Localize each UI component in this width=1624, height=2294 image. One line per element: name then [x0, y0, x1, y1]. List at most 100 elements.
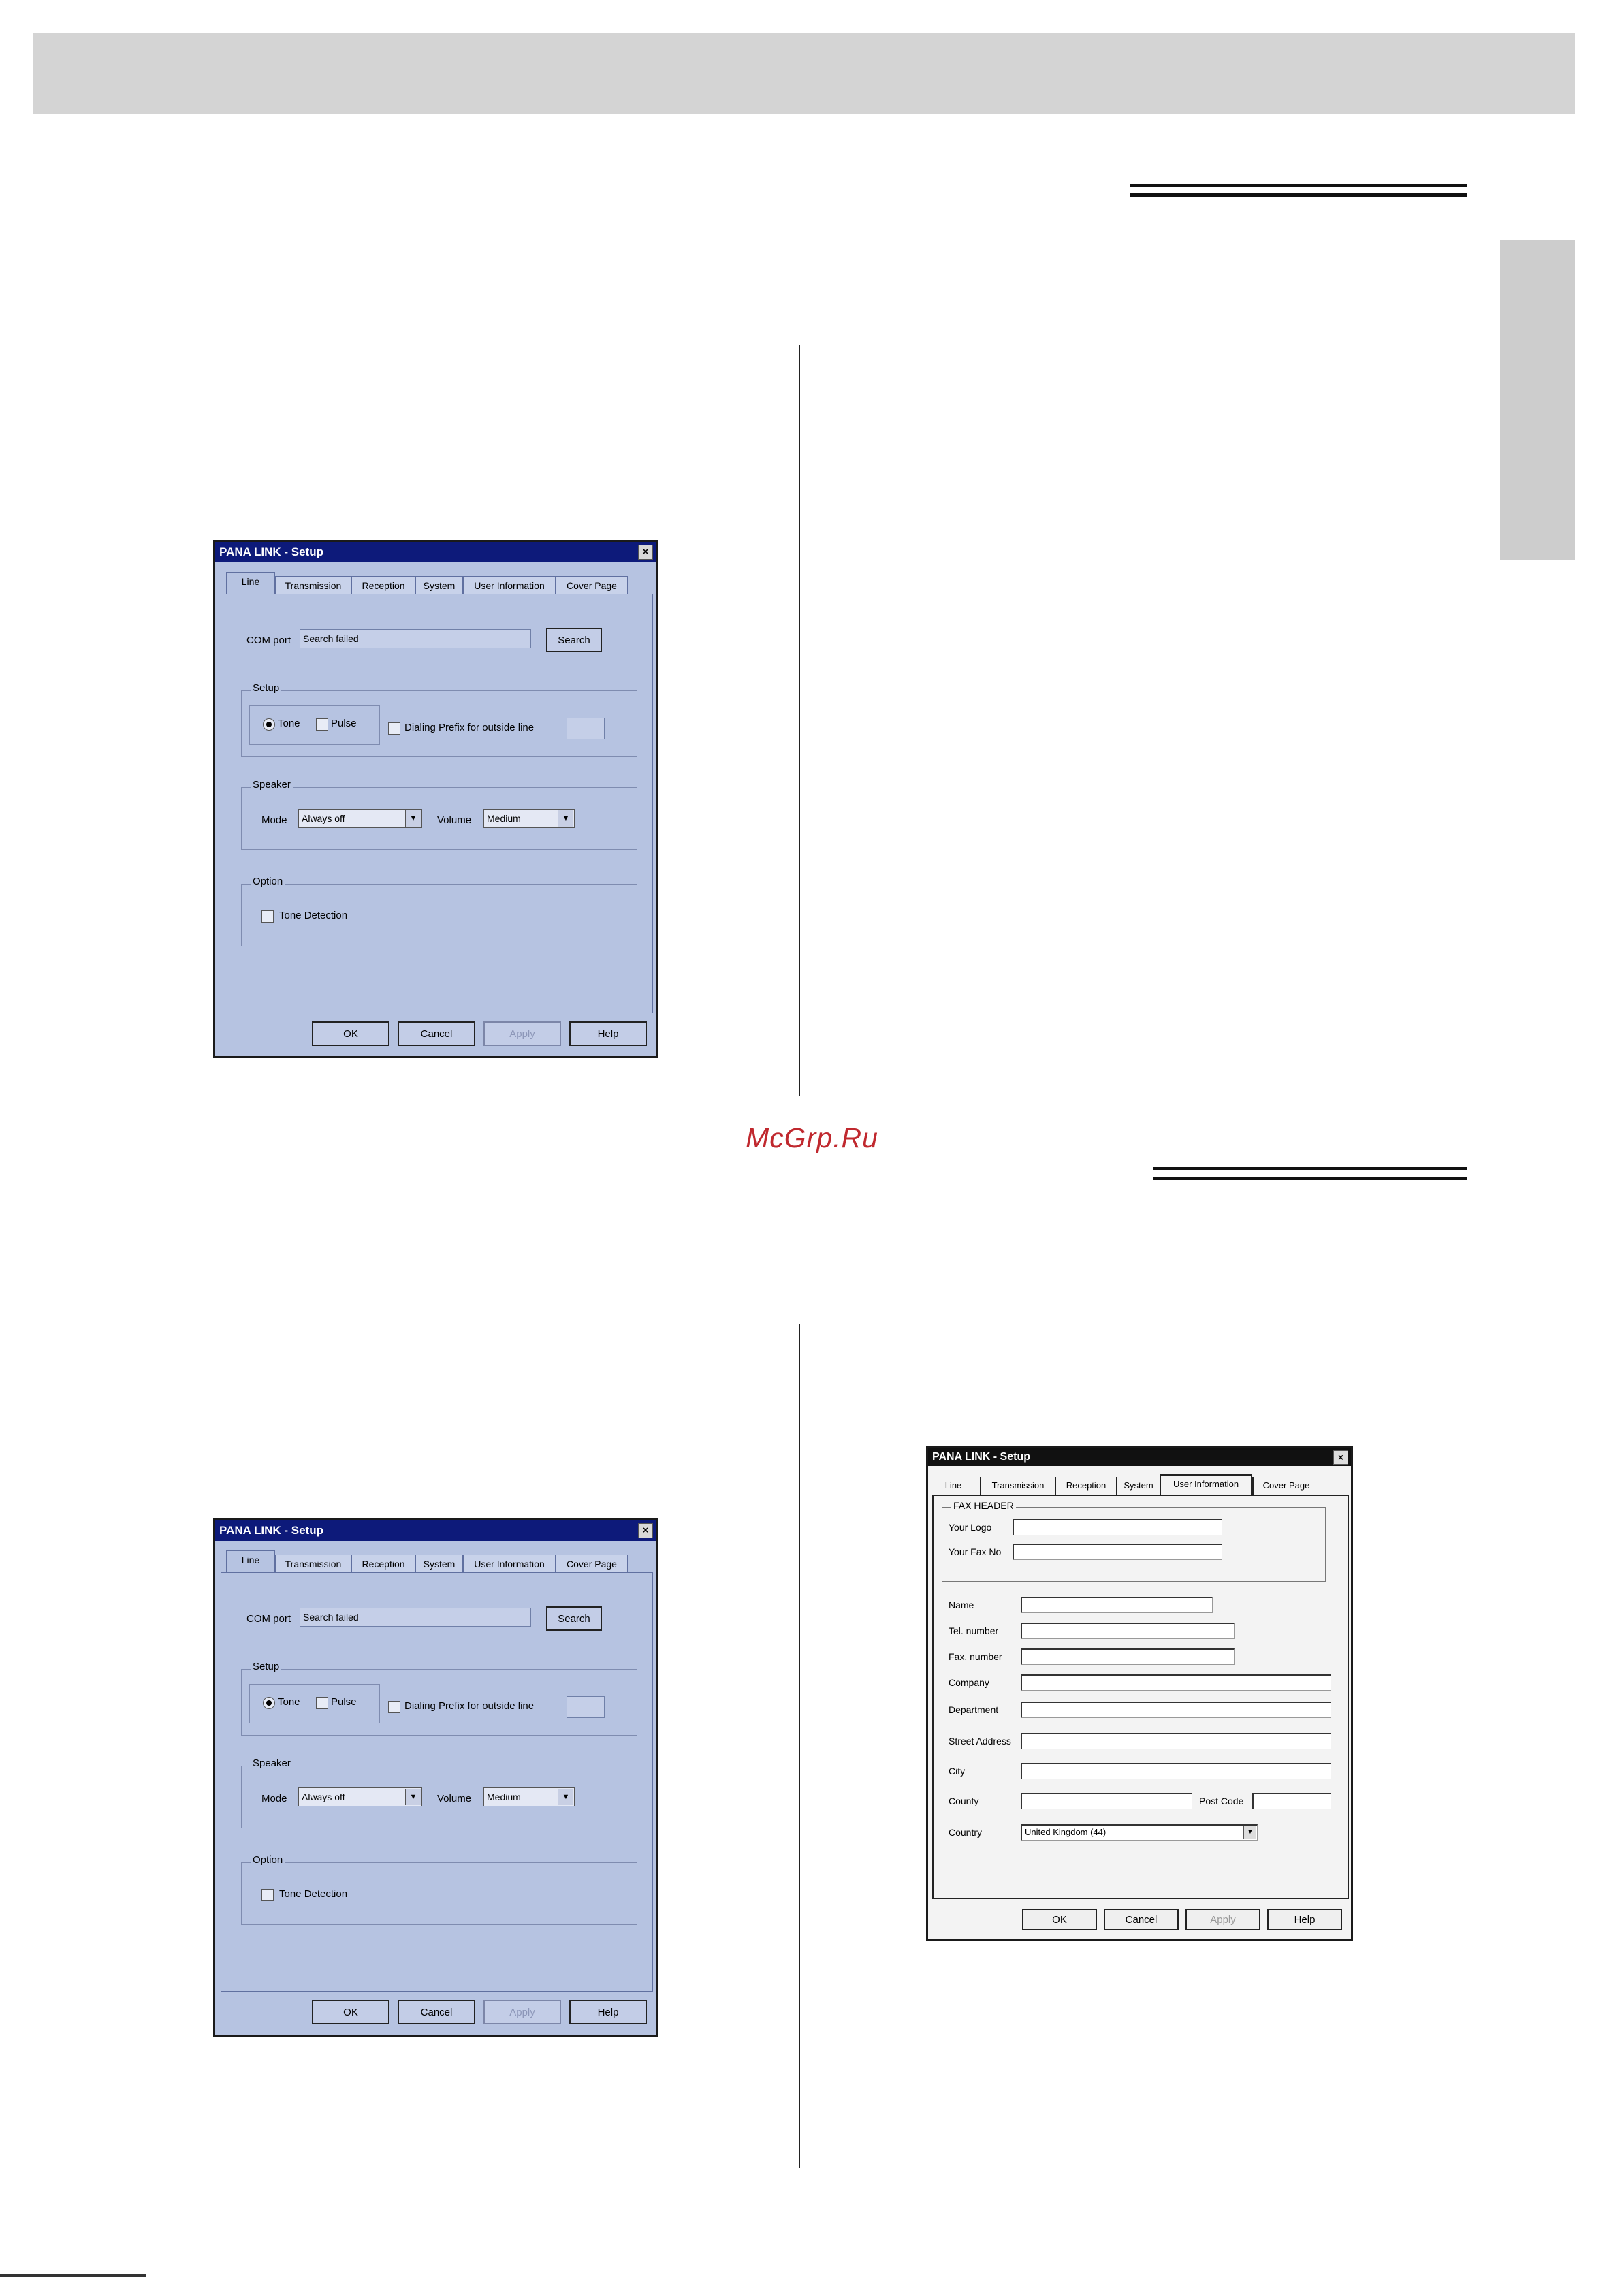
tab-line[interactable]: Line — [226, 1550, 275, 1572]
volume-select[interactable]: Medium ▼ — [483, 1787, 575, 1806]
close-icon[interactable]: × — [1333, 1450, 1348, 1465]
post-code-field[interactable] — [1252, 1793, 1331, 1809]
dialing-prefix-checkbox[interactable] — [388, 722, 400, 735]
fax-number-label: Fax. number — [949, 1651, 1002, 1662]
dialing-prefix-field[interactable] — [567, 718, 605, 739]
mode-label: Mode — [261, 1793, 287, 1804]
tab-reception[interactable]: Reception — [1055, 1477, 1116, 1495]
tone-radio[interactable] — [263, 1697, 275, 1709]
volume-select[interactable]: Medium ▼ — [483, 809, 575, 828]
search-button[interactable]: Search — [546, 628, 602, 652]
tab-system[interactable]: System — [1116, 1477, 1160, 1495]
side-tab — [1500, 240, 1575, 560]
tab-user-information[interactable]: User Information — [463, 576, 556, 594]
ok-button[interactable]: OK — [312, 2000, 389, 2024]
city-field[interactable] — [1021, 1763, 1331, 1779]
tab-transmission[interactable]: Transmission — [275, 1555, 351, 1572]
setup-dialog-line: PANA LINK - Setup × Line Transmission Re… — [213, 540, 658, 1058]
tab-transmission[interactable]: Transmission — [980, 1477, 1055, 1495]
tab-transmission[interactable]: Transmission — [275, 576, 351, 594]
tab-reception[interactable]: Reception — [351, 576, 415, 594]
company-label: Company — [949, 1677, 989, 1688]
chevron-down-icon[interactable]: ▼ — [405, 1789, 421, 1805]
city-label: City — [949, 1766, 966, 1777]
name-label: Name — [949, 1599, 974, 1610]
header-bar — [33, 33, 1575, 114]
section-rule-top-1 — [1130, 184, 1467, 187]
tone-radio[interactable] — [263, 718, 275, 731]
cancel-button[interactable]: Cancel — [398, 2000, 475, 2024]
tab-line[interactable]: Line — [226, 572, 275, 594]
com-port-label: COM port — [246, 1613, 291, 1625]
cancel-button[interactable]: Cancel — [398, 1021, 475, 1046]
com-port-label: COM port — [246, 635, 291, 646]
department-label: Department — [949, 1704, 999, 1715]
apply-button[interactable]: Apply — [483, 2000, 561, 2024]
chevron-down-icon[interactable]: ▼ — [1243, 1826, 1256, 1839]
apply-button[interactable]: Apply — [483, 1021, 561, 1046]
com-port-field: Search failed — [300, 629, 531, 648]
help-button[interactable]: Help — [569, 2000, 647, 2024]
chevron-down-icon[interactable]: ▼ — [405, 810, 421, 827]
tab-reception[interactable]: Reception — [351, 1555, 415, 1572]
section-rule-top-2 — [1130, 193, 1467, 197]
tel-number-label: Tel. number — [949, 1625, 999, 1636]
column-divider-bottom — [799, 1324, 800, 2168]
tab-cover-page[interactable]: Cover Page — [556, 576, 628, 594]
cancel-button[interactable]: Cancel — [1104, 1909, 1179, 1930]
help-button[interactable]: Help — [569, 1021, 647, 1046]
your-fax-no-field[interactable] — [1013, 1544, 1222, 1560]
country-select[interactable]: United Kingdom (44) ▼ — [1021, 1824, 1258, 1841]
tab-user-information[interactable]: User Information — [463, 1555, 556, 1572]
your-logo-label: Your Logo — [949, 1522, 992, 1533]
dialing-prefix-field[interactable] — [567, 1696, 605, 1718]
department-field[interactable] — [1021, 1702, 1331, 1718]
help-button[interactable]: Help — [1267, 1909, 1342, 1930]
close-icon[interactable]: × — [638, 1523, 653, 1538]
close-icon[interactable]: × — [638, 545, 653, 560]
tab-user-information[interactable]: User Information — [1160, 1474, 1252, 1495]
column-divider-top — [799, 345, 800, 1096]
chevron-down-icon[interactable]: ▼ — [558, 810, 573, 827]
mode-label: Mode — [261, 814, 287, 826]
setup-group-label: Setup — [251, 1661, 282, 1672]
street-address-field[interactable] — [1021, 1733, 1331, 1749]
your-logo-field[interactable] — [1013, 1519, 1222, 1535]
setup-dialog-user-information: PANA LINK - Setup × Line Transmission Re… — [926, 1446, 1353, 1941]
volume-value: Medium — [487, 1791, 521, 1802]
section-rule-mid-2 — [1153, 1177, 1467, 1180]
post-code-label: Post Code — [1199, 1796, 1244, 1806]
apply-button[interactable]: Apply — [1185, 1909, 1260, 1930]
tone-label: Tone — [278, 718, 300, 729]
ok-button[interactable]: OK — [1022, 1909, 1097, 1930]
mode-value: Always off — [302, 1791, 345, 1802]
pulse-radio[interactable] — [316, 718, 328, 731]
tel-number-field[interactable] — [1021, 1623, 1235, 1639]
tone-detection-label: Tone Detection — [279, 1888, 348, 1900]
fax-number-field[interactable] — [1021, 1648, 1235, 1665]
county-field[interactable] — [1021, 1793, 1192, 1809]
tab-cover-page[interactable]: Cover Page — [1252, 1477, 1319, 1495]
search-button[interactable]: Search — [546, 1606, 602, 1631]
country-value: United Kingdom (44) — [1025, 1827, 1106, 1837]
dialing-prefix-label: Dialing Prefix for outside line — [404, 722, 535, 733]
option-group-label: Option — [251, 1854, 285, 1866]
tone-detection-label: Tone Detection — [279, 910, 348, 921]
name-field[interactable] — [1021, 1597, 1213, 1613]
chevron-down-icon[interactable]: ▼ — [558, 1789, 573, 1805]
tab-system[interactable]: System — [415, 576, 463, 594]
tab-system[interactable]: System — [415, 1555, 463, 1572]
tone-label: Tone — [278, 1696, 300, 1708]
company-field[interactable] — [1021, 1674, 1331, 1691]
volume-label: Volume — [437, 1793, 472, 1804]
tab-cover-page[interactable]: Cover Page — [556, 1555, 628, 1572]
tone-detection-checkbox[interactable] — [261, 1889, 274, 1901]
ok-button[interactable]: OK — [312, 1021, 389, 1046]
tone-detection-checkbox[interactable] — [261, 910, 274, 923]
pulse-radio[interactable] — [316, 1697, 328, 1709]
pulse-label: Pulse — [331, 1696, 357, 1708]
dialing-prefix-checkbox[interactable] — [388, 1701, 400, 1713]
tab-line[interactable]: Line — [938, 1477, 969, 1495]
mode-select[interactable]: Always off ▼ — [298, 809, 422, 828]
mode-select[interactable]: Always off ▼ — [298, 1787, 422, 1806]
